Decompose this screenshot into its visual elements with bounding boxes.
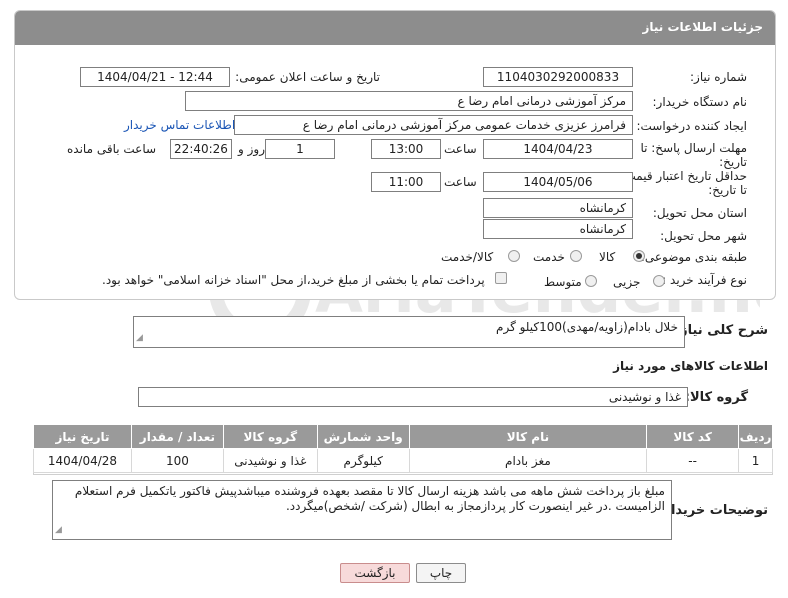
validity-hour-label: ساعت: [444, 175, 477, 189]
treasury-payment-note: پرداخت تمام یا بخشی از مبلغ خرید،از محل …: [102, 273, 485, 287]
cell-quantity: 100: [130, 448, 224, 473]
validity-label: حداقل تاریخ اعتبار قیمت:: [620, 169, 747, 183]
buyer-contact-link[interactable]: اطلاعات تماس خریدار: [124, 118, 235, 132]
resize-grip-icon: ◢: [136, 333, 143, 343]
cell-code: --: [646, 448, 740, 473]
validity-date-field: 1404/05/06: [483, 172, 633, 192]
announce-label: تاریخ و ساعت اعلان عمومی:: [235, 70, 380, 84]
items-table: ردیف کد کالا نام کالا واحد شمارش گروه کا…: [33, 424, 773, 473]
category-radio-goods-service[interactable]: [508, 250, 520, 262]
validity-time-field: 11:00: [371, 172, 441, 192]
category-label: طبقه بندی موضوعی:: [640, 250, 747, 264]
remaining-time-label: ساعت باقی مانده: [67, 142, 157, 156]
col-name: نام کالا: [408, 424, 648, 449]
province-label: استان محل تحویل:: [652, 206, 747, 220]
validity-label-date: تا تاریخ:: [708, 183, 747, 197]
buyer-notes-label: توضیحات خریدار:: [658, 503, 768, 518]
days-field: 1: [265, 139, 335, 159]
summary-text: خلال بادام(زاویه/مهدی)100کیلو گرم: [496, 320, 678, 334]
col-unit: واحد شمارش: [316, 424, 410, 449]
print-button[interactable]: چاپ: [416, 563, 466, 583]
deadline-hour-label: ساعت: [444, 142, 477, 156]
process-radio-minor[interactable]: [653, 275, 665, 287]
days-label: روز و: [238, 142, 265, 156]
process-option-medium: متوسط: [544, 275, 582, 289]
deadline-label-date: تاریخ:: [719, 155, 747, 169]
category-radio-service[interactable]: [570, 250, 582, 262]
items-section-title: اطلاعات کالاهای مورد نیاز: [613, 359, 768, 373]
need-number-field: 1104030292000833: [483, 67, 633, 87]
resize-grip-icon: ◢: [55, 525, 62, 535]
summary-textarea[interactable]: خلال بادام(زاویه/مهدی)100کیلو گرم ◢: [133, 316, 685, 348]
col-quantity: تعداد / مقدار: [130, 424, 224, 449]
col-group: گروه کالا: [222, 424, 318, 449]
buyer-notes-text: مبلغ باز پرداخت شش ماهه می باشد هزینه ار…: [74, 484, 665, 513]
col-code: کد کالا: [646, 424, 740, 449]
cell-date: 1404/04/28: [33, 448, 132, 473]
cell-name: مغز بادام: [408, 448, 648, 473]
summary-label: شرح کلی نیاز:: [674, 323, 768, 338]
category-radio-goods[interactable]: [633, 250, 645, 262]
cell-group: غذا و نوشیدنی: [222, 448, 318, 473]
need-number-label: شماره نیاز:: [690, 70, 747, 84]
buyer-notes-textarea[interactable]: مبلغ باز پرداخت شش ماهه می باشد هزینه ار…: [52, 480, 672, 540]
goods-group-field: غذا و نوشیدنی: [138, 387, 688, 407]
table-row: 1 -- مغز بادام کیلوگرم غذا و نوشیدنی 100…: [33, 448, 773, 473]
province-field: کرمانشاه: [483, 198, 633, 218]
remaining-time-field: 22:40:26: [170, 139, 232, 159]
process-option-minor: جزیی: [613, 275, 641, 289]
deadline-label: مهلت ارسال پاسخ: تا: [640, 141, 747, 155]
process-radio-medium[interactable]: [585, 275, 597, 287]
col-row: ردیف: [738, 424, 773, 449]
col-date: تاریخ نیاز: [33, 424, 132, 449]
deadline-time-field: 13:00: [371, 139, 441, 159]
back-button[interactable]: بازگشت: [340, 563, 410, 583]
page-title: جزئیات اطلاعات نیاز: [642, 20, 763, 34]
category-option-goods-service: کالا/خدمت: [441, 250, 494, 264]
cell-unit: کیلوگرم: [316, 448, 410, 473]
announce-field: 1404/04/21 - 12:44: [80, 67, 230, 87]
city-label: شهر محل تحویل:: [660, 229, 747, 243]
deadline-date-field: 1404/04/23: [483, 139, 633, 159]
city-field: کرمانشاه: [483, 219, 633, 239]
cell-row: 1: [738, 448, 773, 473]
buyer-org-label: نام دستگاه خریدار:: [652, 95, 748, 109]
category-option-service: خدمت: [533, 250, 565, 264]
process-label: نوع فرآیند خرید :: [662, 273, 747, 287]
goods-group-label: گروه کالا:: [684, 390, 748, 405]
buyer-org-field: مرکز آموزشی درمانی امام رضا ع: [185, 91, 633, 111]
category-option-goods: کالا: [599, 250, 616, 264]
creator-field: فرامرز عزیزی خدمات عمومی مرکز آموزشی درم…: [234, 115, 633, 135]
treasury-payment-checkbox[interactable]: [495, 272, 507, 284]
panel-header: جزئیات اطلاعات نیاز: [15, 11, 775, 45]
creator-label: ایجاد کننده درخواست:: [636, 119, 747, 133]
